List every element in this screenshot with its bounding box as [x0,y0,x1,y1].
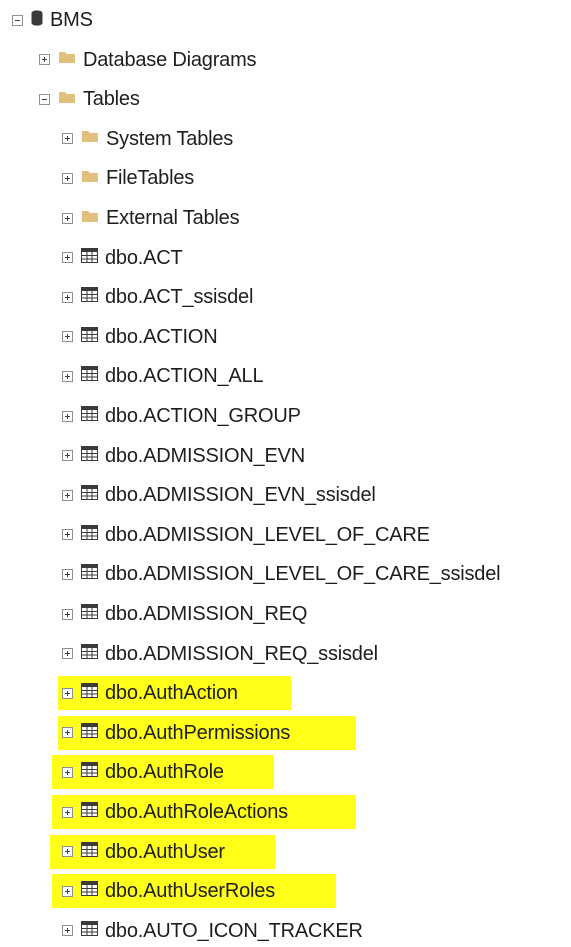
table-icon [81,722,98,743]
tree-node[interactable]: dbo.AuthRole [0,756,224,788]
tree-node[interactable]: dbo.AuthUser [0,836,225,868]
tree-node[interactable]: dbo.AuthUserRoles [0,875,275,907]
tree-node[interactable]: dbo.ADMISSION_REQ_ssisdel [0,638,378,670]
expand-toggle-icon[interactable] [62,529,73,541]
tree-node-label: dbo.ACTION_GROUP [105,405,301,427]
tree-node-label: dbo.AUTO_ICON_TRACKER [105,919,363,942]
expand-toggle-icon[interactable] [39,54,50,66]
table-icon [81,524,98,545]
tree-node-label: dbo.ADMISSION_LEVEL_OF_CARE_ssisdel [105,563,501,586]
expand-toggle-icon[interactable] [62,410,73,422]
expand-toggle-icon[interactable] [62,766,73,778]
tree-node-label: dbo.ADMISSION_EVN_ssisdel [105,484,376,507]
expand-toggle-icon[interactable] [62,291,73,303]
tree-node-label: dbo.ACT_ssisdel [105,286,254,309]
tree-node[interactable]: dbo.AuthRoleActions [0,796,288,828]
tree-node-label: dbo.AuthUser [105,840,225,863]
expand-toggle-icon[interactable] [62,370,73,382]
expand-toggle-icon[interactable] [62,331,73,343]
expand-toggle-icon[interactable] [62,450,73,462]
tree-node-label: dbo.AuthUserRoles [105,880,276,903]
expand-toggle-icon[interactable] [62,489,73,501]
expand-toggle-icon[interactable] [62,568,73,580]
tree-node[interactable]: dbo.AUTO_ICON_TRACKER [0,915,363,947]
expand-toggle-icon[interactable] [62,885,73,897]
folder-icon [58,50,76,69]
table-icon [81,881,98,901]
database-icon [31,9,43,31]
tree-node-label: BMS [50,9,93,31]
expand-toggle-icon[interactable] [62,608,73,620]
table-icon [81,604,98,624]
folder-icon [81,169,99,188]
table-icon [81,841,98,862]
tree-node[interactable]: FileTables [0,162,194,194]
tree-node[interactable]: dbo.ACT [0,242,183,274]
folder-icon [58,90,76,109]
tree-node[interactable]: dbo.ADMISSION_EVN_ssisdel [0,479,376,511]
tree-node-label: FileTables [106,167,195,190]
expand-toggle-icon[interactable] [62,172,73,184]
tree-node-label: dbo.ACTION [105,325,218,348]
tree-node-label: dbo.AuthRoleActions [105,801,288,823]
tree-node[interactable]: dbo.ADMISSION_REQ [0,598,307,630]
expand-toggle-icon[interactable] [62,687,73,699]
folder-icon [81,209,99,228]
tree-node[interactable]: dbo.ACTION_ALL [0,360,264,392]
expand-toggle-icon[interactable] [62,212,73,224]
expand-toggle-icon[interactable] [62,648,73,660]
collapse-toggle-icon[interactable] [39,93,50,105]
table-icon [81,564,98,584]
tree-node[interactable]: dbo.ADMISSION_LEVEL_OF_CARE_ssisdel [0,558,501,590]
tree-node[interactable]: dbo.AuthAction [0,677,238,709]
tree-node-label: Tables [83,88,140,111]
tree-node-label: External Tables [106,207,240,229]
tree-node[interactable]: dbo.ACT_ssisdel [0,281,253,313]
tree-node-label: dbo.ACTION_ALL [105,365,264,388]
tree-node[interactable]: External Tables [0,202,240,234]
tree-node-label: dbo.ACT [105,246,183,269]
table-icon [81,485,98,505]
expand-toggle-icon[interactable] [62,252,73,264]
table-icon [81,366,98,386]
tree-node[interactable]: System Tables [0,123,233,155]
folder-icon [81,129,99,148]
tree-node-label: dbo.ADMISSION_REQ [105,603,308,625]
tree-node-label: Database Diagrams [83,48,257,71]
table-icon [81,247,98,268]
tree-node[interactable]: dbo.ADMISSION_EVN [0,440,305,472]
table-icon [81,762,98,782]
tree-node-label: dbo.AuthRole [105,761,224,784]
expand-toggle-icon[interactable] [62,806,73,818]
tree-node-label: dbo.AuthPermissions [105,721,291,744]
expand-toggle-icon[interactable] [62,727,73,739]
table-icon [81,445,98,466]
table-icon [81,920,98,941]
tree-node[interactable]: BMS [0,4,93,36]
table-icon [81,802,98,822]
table-icon [81,643,98,664]
tree-node[interactable]: Tables [0,83,140,115]
tree-node[interactable]: dbo.AuthPermissions [0,717,290,749]
tree-node-label: System Tables [106,127,234,150]
tree-node[interactable]: dbo.ACTION_GROUP [0,400,301,432]
tree-node-label: dbo.ADMISSION_REQ_ssisdel [105,642,378,665]
tree-node-label: dbo.ADMISSION_LEVEL_OF_CARE [105,523,430,546]
table-icon [81,287,98,307]
expand-toggle-icon[interactable] [62,846,73,858]
table-icon [81,683,98,703]
expand-toggle-icon[interactable] [62,133,73,145]
tree-node[interactable]: dbo.ADMISSION_LEVEL_OF_CARE [0,519,430,551]
table-icon [81,326,98,347]
collapse-toggle-icon[interactable] [12,14,23,26]
expand-toggle-icon[interactable] [62,925,73,937]
tree-node-label: dbo.ADMISSION_EVN [105,444,306,467]
tree-node-label: dbo.AuthAction [105,682,238,705]
table-icon [81,406,98,426]
tree-node[interactable]: dbo.ACTION [0,321,218,353]
tree-node[interactable]: Database Diagrams [0,44,257,76]
object-explorer-tree: BMS Database Diagrams Tables System Tables F… [0,0,571,942]
